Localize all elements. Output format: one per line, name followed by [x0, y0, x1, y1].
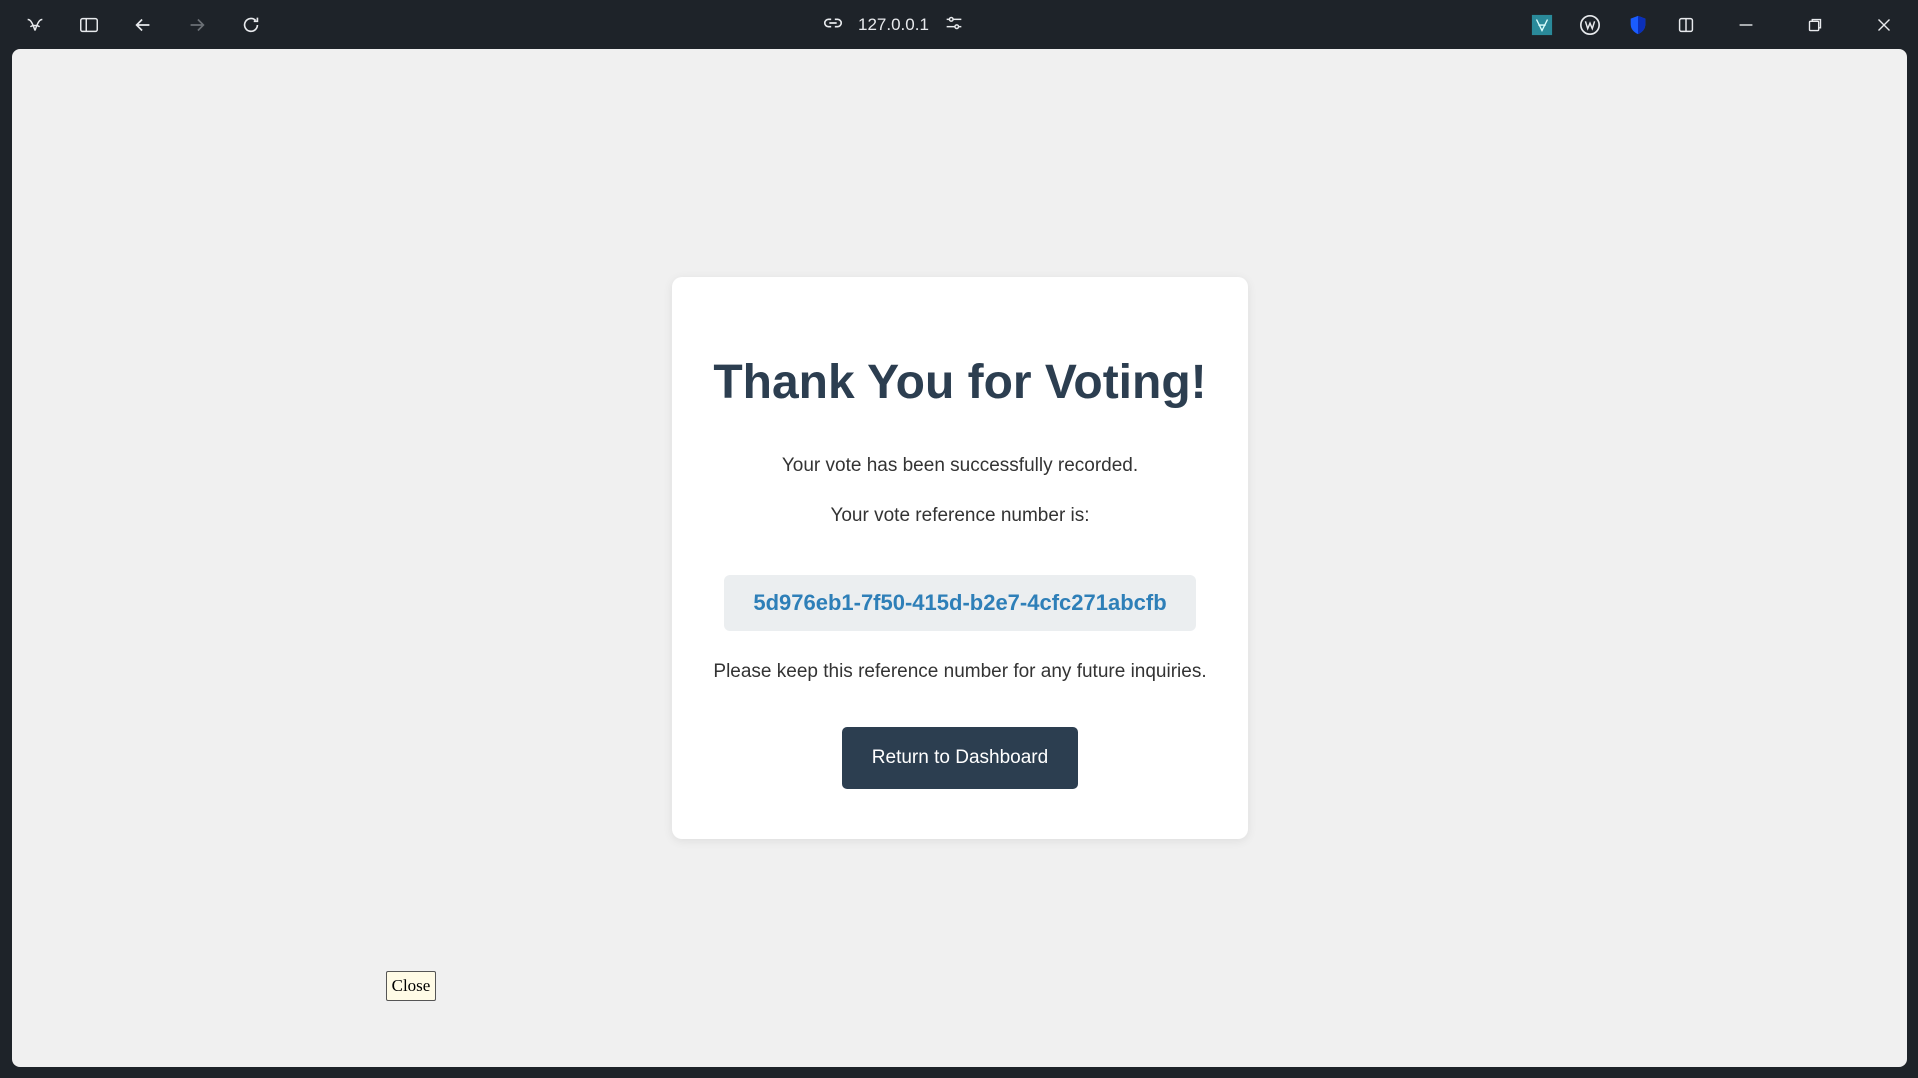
- reload-icon[interactable]: [238, 12, 264, 38]
- success-message: Your vote has been successfully recorded…: [781, 455, 1139, 476]
- back-icon[interactable]: [130, 12, 156, 38]
- page-viewport: Thank You for Voting! Your vote has been…: [12, 49, 1907, 1067]
- reference-label: Your vote reference number is:: [830, 505, 1090, 526]
- minimize-icon[interactable]: [1733, 12, 1759, 38]
- wikipedia-extension-icon[interactable]: [1577, 12, 1603, 38]
- extension-icon[interactable]: [1529, 12, 1555, 38]
- forward-icon[interactable]: [184, 12, 210, 38]
- app-logo-icon[interactable]: [22, 12, 48, 38]
- reference-number: 5d976eb1-7f50-415d-b2e7-4cfc271abcfb: [724, 575, 1196, 631]
- address-bar[interactable]: 127.0.0.1: [822, 10, 965, 40]
- close-button[interactable]: Close: [386, 971, 436, 1001]
- confirmation-card: Thank You for Voting! Your vote has been…: [672, 277, 1248, 839]
- browser-titlebar: 127.0.0.1: [0, 0, 1918, 49]
- inquiry-note: Please keep this reference number for an…: [713, 661, 1207, 682]
- shield-extension-icon[interactable]: [1625, 12, 1651, 38]
- return-to-dashboard-button[interactable]: Return to Dashboard: [842, 727, 1078, 789]
- link-icon[interactable]: [822, 12, 844, 39]
- split-view-icon[interactable]: [1673, 12, 1699, 38]
- restore-icon[interactable]: [1802, 12, 1828, 38]
- page-title: Thank You for Voting!: [713, 356, 1207, 409]
- close-window-icon[interactable]: [1871, 12, 1897, 38]
- site-settings-icon[interactable]: [943, 12, 965, 39]
- address-text[interactable]: 127.0.0.1: [858, 15, 929, 35]
- sidebar-icon[interactable]: [76, 12, 102, 38]
